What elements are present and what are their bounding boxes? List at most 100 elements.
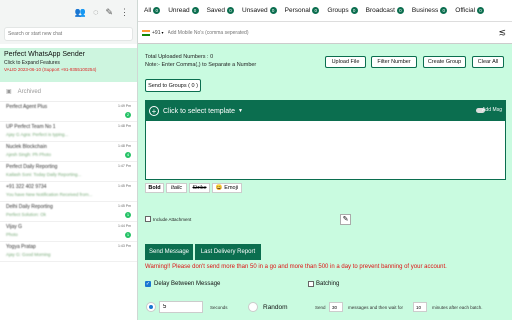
filter-label: Business — [411, 7, 439, 14]
unread-badge: 4 — [125, 152, 131, 158]
message-editor: + Click to select template ▼ Add Msg — [145, 100, 506, 180]
unread-badge: 2 — [125, 112, 131, 118]
wait-label: messages and then wait for — [348, 305, 404, 310]
chat-time: 1:47 Pm — [117, 164, 131, 168]
chat-time: 1:45 Pm — [117, 204, 131, 208]
sender-title: Perfect WhatsApp Sender — [4, 51, 85, 58]
template-label[interactable]: Click to select template — [163, 108, 235, 115]
number-input-row: +91 ▾ — [138, 22, 512, 44]
random-delay-radio[interactable] — [248, 302, 258, 312]
pencil-icon[interactable]: ✎ — [340, 214, 351, 225]
fixed-delay-radio[interactable] — [146, 302, 156, 312]
create-group-button[interactable]: Create Group — [423, 56, 466, 68]
chat-name: Vijay G — [6, 224, 23, 230]
delay-label: Delay Between Message — [154, 281, 221, 287]
filter-count-badge: 0 — [227, 7, 234, 14]
filter-count-badge: 0 — [191, 7, 199, 14]
plus-icon[interactable]: + — [149, 106, 159, 116]
chat-list-item[interactable]: Vijay G Photo 1:44 Pm 1 — [0, 222, 137, 242]
chat-preview: Ajay G Agra: Perfect is typing... — [6, 132, 69, 137]
batching-checkbox[interactable] — [308, 281, 314, 287]
caret-down-icon[interactable]: ▼ — [238, 108, 243, 114]
clear-all-button[interactable]: Clear All — [472, 56, 504, 68]
chat-preview: Perfect Solution: Ok — [6, 212, 47, 217]
chat-list-item[interactable]: Perfect Agent Plus 1:49 Pm 2 — [0, 102, 137, 122]
random-label: Random — [263, 304, 288, 311]
india-flag-icon[interactable] — [142, 29, 150, 36]
chat-preview: Photo — [6, 232, 18, 237]
filter-tabs: All 0 Unread 0 Saved 0 Unsaved 0 Personal 0 Groups… — [138, 0, 512, 22]
chat-list-item[interactable]: Yogya Pratap Ajay G: Good Morning 1:43 Pm — [0, 242, 137, 262]
strike-button[interactable]: Strike — [189, 183, 210, 193]
filter-count-badge: 0 — [440, 7, 448, 14]
send-message-button[interactable]: Send Message — [145, 244, 193, 260]
filter-tab-unread[interactable]: Unread 0 — [168, 7, 199, 14]
license-validity: VALID 2023-06-10 (Support +91-9355100254… — [4, 67, 97, 72]
chat-name: UP Perfect Team No 1 — [6, 124, 56, 130]
number-note: Note:- Enter Comma(,) to Separate a Numb… — [145, 62, 257, 68]
unread-badge: 1 — [125, 232, 131, 238]
messages-count-input[interactable] — [329, 302, 343, 312]
sender-panel[interactable]: Perfect WhatsApp Sender Click to Expand … — [0, 48, 137, 82]
chat-preview: Ajay G: Good Morning — [6, 252, 51, 257]
batching-label: Batching — [316, 281, 340, 287]
upload-file-button[interactable]: Upload File — [325, 56, 366, 68]
template-bar[interactable]: + Click to select template ▼ Add Msg — [146, 101, 505, 121]
filter-number-button[interactable]: Filter Number — [371, 56, 417, 68]
filter-label: Unread — [168, 7, 190, 14]
chat-name: +91 322 402 9734 — [6, 184, 47, 190]
send-to-groups-button[interactable]: Send to Groups ( 0 ) — [145, 79, 201, 92]
filter-label: All — [144, 7, 152, 14]
menu-icon[interactable]: ⋮ — [120, 7, 129, 18]
filter-tab-business[interactable]: Business 0 — [411, 7, 448, 14]
filter-count-badge: 0 — [477, 7, 485, 14]
filter-tab-personal[interactable]: Personal 0 — [285, 7, 320, 14]
new-chat-icon[interactable]: ✎ — [105, 7, 113, 18]
last-delivery-report-button[interactable]: Last Delivery Report — [195, 244, 261, 260]
chat-name: Yogya Pratap — [6, 244, 36, 250]
archive-icon: ▣ — [6, 89, 12, 95]
chat-name: Perfect Daily Reporting — [6, 164, 58, 170]
filter-tab-unsaved[interactable]: Unsaved 0 — [242, 7, 277, 14]
archived-row[interactable]: ▣ Archived — [0, 82, 137, 102]
italic-button[interactable]: Italic — [166, 183, 187, 193]
filter-tab-groups[interactable]: Groups 0 — [327, 7, 358, 14]
filter-label: Official — [455, 7, 476, 14]
chat-list-item[interactable]: +91 322 402 9734 You have New Notificatio… — [0, 182, 137, 202]
warning-text: Warning!! Please don't send more than 50… — [145, 264, 447, 270]
search-input[interactable] — [4, 27, 133, 41]
message-textarea[interactable] — [146, 121, 505, 179]
country-code[interactable]: +91 — [152, 30, 160, 36]
chat-time: 1:43 Pm — [117, 244, 131, 248]
filter-label: Saved — [206, 7, 225, 14]
delay-checkbox[interactable]: ✓ — [145, 281, 151, 287]
wave-icon[interactable]: ≲ — [498, 27, 506, 38]
chat-sidebar: 👥 ◌ ✎ ⋮ Perfect WhatsApp Sender Click to… — [0, 0, 138, 320]
chat-list-item[interactable]: UP Perfect Team No 1 Ajay G Agra: Perfect… — [0, 122, 137, 142]
delay-row[interactable]: ✓ Delay Between Message — [145, 281, 220, 287]
filter-count-badge: 0 — [269, 7, 277, 14]
chat-name: Nuclek Blockchain — [6, 144, 47, 150]
chat-name: Perfect Agent Plus — [6, 104, 48, 110]
sidebar-header: 👥 ◌ ✎ ⋮ — [0, 0, 137, 24]
filter-tab-saved[interactable]: Saved 0 — [207, 7, 234, 14]
batching-row[interactable]: Batching — [308, 281, 339, 287]
emoji-button[interactable]: 😀 Emoji — [212, 183, 242, 193]
chat-name: Delhi Daily Reporting — [6, 204, 53, 210]
filter-tab-official[interactable]: Official 0 — [455, 7, 485, 14]
attachment-checkbox[interactable] — [145, 216, 151, 222]
chat-list-item[interactable]: Nuclek Blockchain Ajesh Singh: Ph Photo 1:… — [0, 142, 137, 162]
chevron-down-icon[interactable]: ▾ — [161, 30, 163, 35]
chat-list-item[interactable]: Delhi Daily Reporting Perfect Solution: O… — [0, 202, 137, 222]
community-icon[interactable]: 👥 — [75, 7, 86, 18]
mobile-numbers-input[interactable] — [167, 29, 468, 36]
status-icon[interactable]: ◌ — [93, 7, 98, 17]
chat-list-item[interactable]: Perfect Daily Reporting Kailash Soni: Tod… — [0, 162, 137, 182]
filter-tab-all[interactable]: All 0 — [144, 7, 161, 14]
filter-label: Broadcast — [365, 7, 395, 14]
bold-button[interactable]: Bold — [145, 183, 164, 193]
attachment-row[interactable]: Include Attachment — [145, 216, 191, 222]
seconds-input[interactable] — [159, 301, 203, 313]
filter-tab-broadcast[interactable]: Broadcast 0 — [366, 7, 404, 14]
minutes-input[interactable] — [413, 302, 427, 312]
